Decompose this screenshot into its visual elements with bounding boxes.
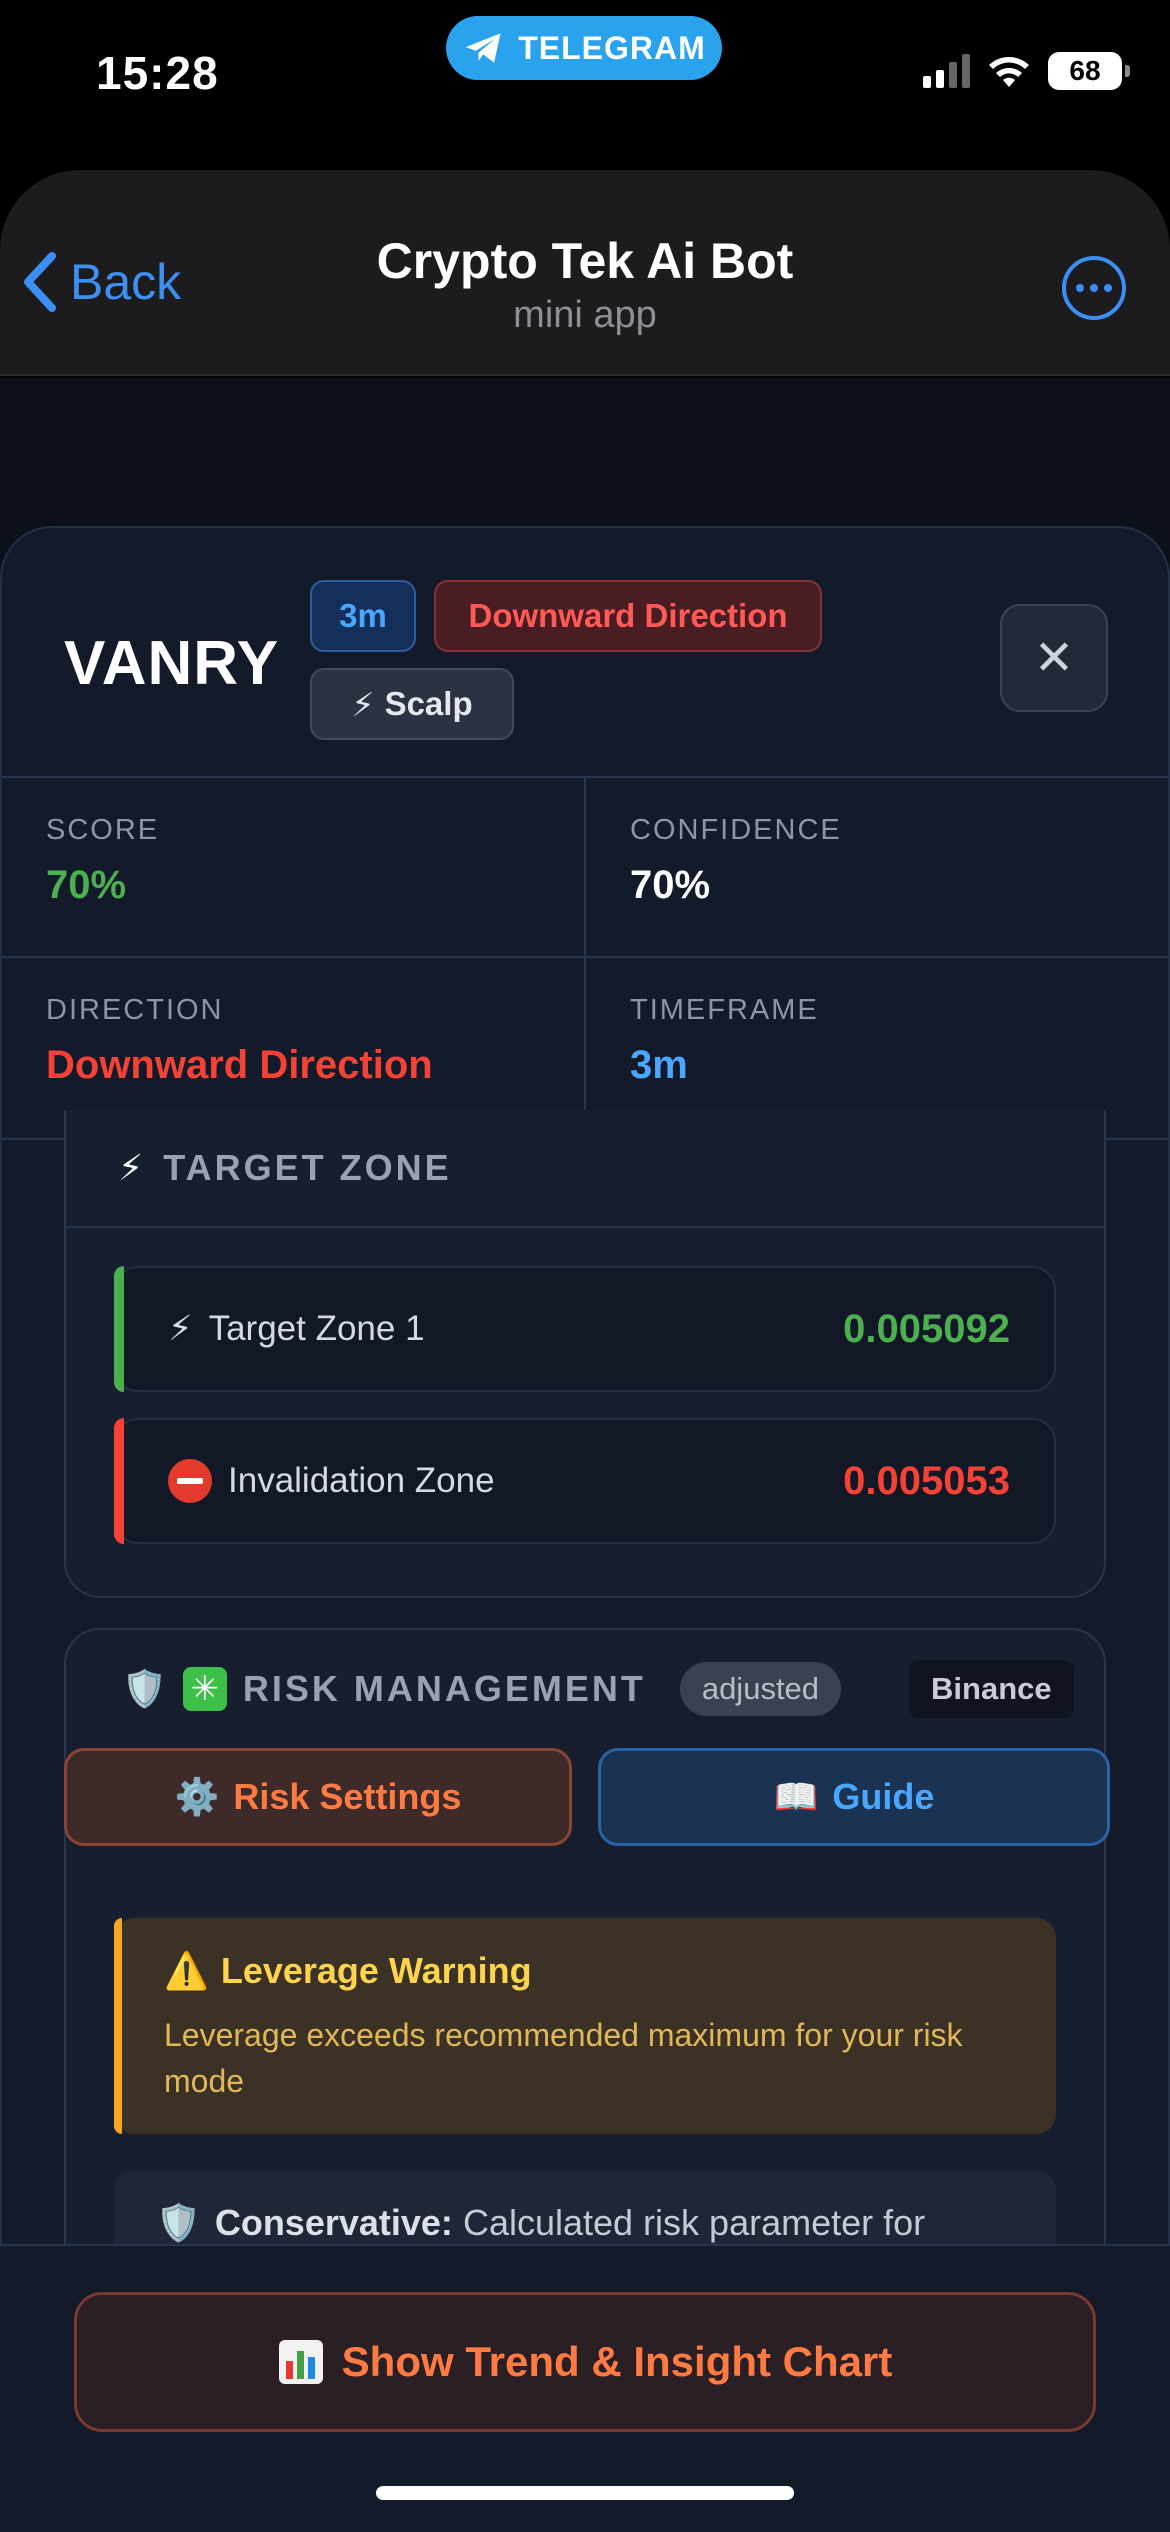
stat-label: CONFIDENCE	[630, 814, 842, 846]
target-zone-title: TARGET ZONE	[163, 1147, 452, 1188]
risk-management-title: RISK MANAGEMENT	[242, 1668, 646, 1709]
more-options-button[interactable]	[1062, 256, 1126, 320]
adjusted-chip: adjusted	[679, 1662, 842, 1716]
warning-body: Leverage exceeds recommended maximum for…	[164, 2017, 963, 2099]
stat-score: SCORE 70%	[2, 778, 586, 958]
telegram-icon	[465, 33, 501, 63]
telegram-pill-label: TELEGRAM	[518, 29, 706, 66]
stat-value: 70%	[630, 863, 711, 907]
guide-button[interactable]: 📖 Guide	[598, 1748, 1110, 1846]
telegram-pill[interactable]: TELEGRAM	[446, 16, 722, 80]
header-subtitle: mini app	[513, 294, 657, 336]
trade-style-label: Scalp	[384, 685, 473, 722]
home-indicator[interactable]	[376, 2486, 794, 2500]
shield-icon: 🛡️	[156, 2202, 201, 2243]
zone-value: 0.005053	[843, 1458, 1010, 1503]
guide-label: Guide	[832, 1776, 935, 1817]
leverage-warning: ⚠️ Leverage Warning Leverage exceeds reco…	[114, 1918, 1056, 2134]
target-zone-card: ⚡ TARGET ZONE ⚡ Target Zone 1 0.005092 In…	[64, 1110, 1106, 1598]
invalidation-zone-row: Invalidation Zone 0.005053	[114, 1418, 1056, 1544]
stat-value: 70%	[46, 863, 127, 907]
warning-title: Leverage Warning	[220, 1950, 532, 1991]
risk-management-header: 🛡️ ✳ RISK MANAGEMENT adjusted Binance	[66, 1630, 1104, 1748]
status-bar: 15:28 TELEGRAM 68	[0, 0, 1170, 150]
stats-grid: SCORE 70% CONFIDENCE 70% DIRECTION Downw…	[2, 778, 1168, 1140]
coin-symbol: VANRY	[64, 629, 280, 698]
lightning-icon: ⚡	[351, 685, 375, 723]
more-dot-icon	[1104, 284, 1112, 292]
bar-chart-icon	[278, 2340, 323, 2384]
stat-label: SCORE	[46, 814, 160, 846]
stat-value: 3m	[630, 1043, 688, 1087]
stat-value: Downward Direction	[46, 1043, 433, 1087]
risk-settings-button[interactable]: ⚙️ Risk Settings	[64, 1748, 572, 1846]
sparkle-icon: ✳	[182, 1667, 227, 1711]
book-icon: 📖	[773, 1776, 819, 1817]
more-dot-icon	[1090, 284, 1098, 292]
stat-confidence: CONFIDENCE 70%	[586, 778, 1168, 958]
warning-icon: ⚠️	[164, 1950, 209, 1991]
battery-icon: 68	[1048, 52, 1130, 90]
stat-label: DIRECTION	[46, 994, 224, 1026]
lightning-icon: ⚡	[118, 1147, 144, 1188]
show-chart-button[interactable]: Show Trend & Insight Chart	[74, 2292, 1096, 2432]
zone-label: Target Zone 1	[208, 1309, 425, 1348]
zone-value: 0.005092	[843, 1306, 1010, 1351]
direction-badge: Downward Direction	[434, 580, 822, 652]
header-title: Crypto Tek Ai Bot	[376, 233, 794, 289]
mini-app-header: Back Crypto Tek Ai Bot mini app	[0, 170, 1170, 376]
conservative-text: Calculated risk parameter for	[462, 2202, 926, 2243]
gear-icon: ⚙️	[174, 1776, 220, 1817]
close-icon: ✕	[1033, 632, 1075, 685]
conservative-label: Conservative:	[214, 2202, 453, 2243]
trade-style-badge: ⚡ Scalp	[310, 668, 514, 740]
wifi-icon	[989, 57, 1029, 87]
show-chart-label: Show Trend & Insight Chart	[341, 2338, 893, 2385]
risk-settings-label: Risk Settings	[233, 1776, 462, 1817]
lightning-icon: ⚡	[168, 1309, 193, 1348]
timeframe-badge: 3m	[310, 580, 416, 652]
target-zone-row: ⚡ Target Zone 1 0.005092	[114, 1266, 1056, 1392]
close-button[interactable]: ✕	[1000, 604, 1108, 712]
target-zone-header: ⚡ TARGET ZONE	[66, 1110, 1104, 1228]
zone-label: Invalidation Zone	[228, 1461, 495, 1500]
status-time: 15:28	[96, 47, 219, 99]
stop-sign-icon	[168, 1459, 212, 1503]
shield-icon: 🛡️	[122, 1668, 167, 1709]
status-icons: 68	[923, 52, 1130, 90]
more-dot-icon	[1076, 284, 1084, 292]
stat-label: TIMEFRAME	[630, 994, 819, 1026]
exchange-chip: Binance	[909, 1660, 1074, 1718]
sheet-header: VANRY 3m Downward Direction ⚡ Scalp ✕	[2, 528, 1168, 778]
cellular-signal-icon	[923, 54, 970, 88]
